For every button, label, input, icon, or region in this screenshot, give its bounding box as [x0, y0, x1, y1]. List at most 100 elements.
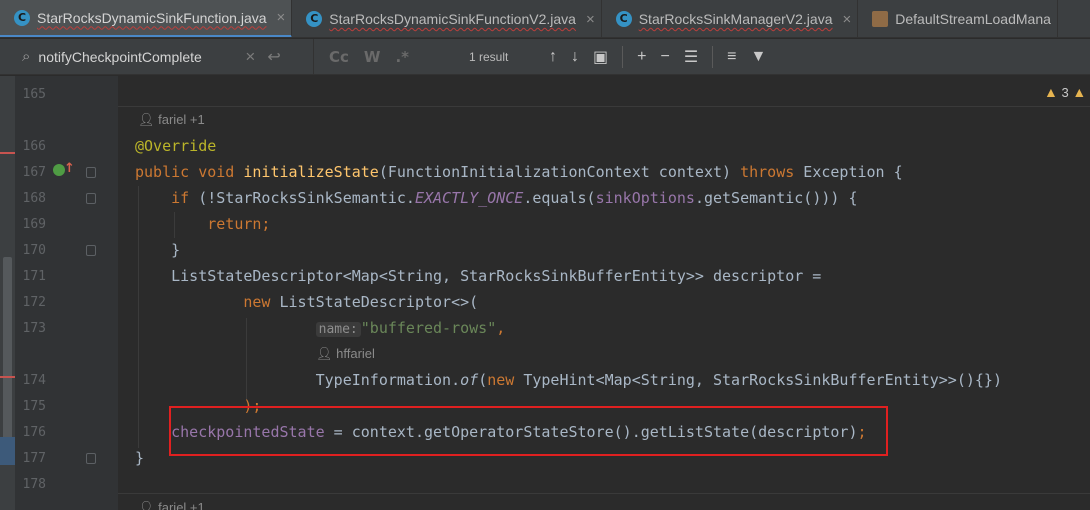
line-number: 170: [22, 243, 46, 258]
close-icon[interactable]: ×: [586, 11, 595, 28]
user-icon: 👤︎: [138, 112, 155, 127]
line-number: 173: [22, 321, 46, 336]
warning-icon: ▲: [1072, 84, 1087, 100]
open-in-window-icon[interactable]: ▣: [593, 47, 608, 67]
close-icon[interactable]: ×: [842, 11, 851, 28]
line-number: 169: [22, 217, 46, 232]
author-text: fariel +1: [158, 500, 205, 510]
code-text: ,: [496, 319, 506, 337]
code-line: if (!StarRocksSinkSemantic.EXACTLY_ONCE.…: [135, 188, 858, 208]
string-literal: "buffered-rows": [360, 319, 497, 337]
line-number: 176: [22, 425, 46, 440]
keyword: void: [198, 163, 235, 181]
code-line: name: "buffered-rows",: [135, 318, 505, 340]
line-number: 167: [22, 165, 46, 180]
method-separator: [118, 106, 1090, 107]
code-text: }: [135, 449, 145, 467]
toolbar-divider: [712, 45, 714, 68]
find-toolbar: ⌕ notifyCheckpointComplete × ↩ Cc W .* 1…: [0, 38, 1090, 75]
next-occurrence-icon[interactable]: ↓: [571, 48, 579, 66]
static-method: of: [460, 371, 479, 389]
java-class-icon: [306, 11, 323, 27]
static-field: EXACTLY_ONCE: [414, 189, 524, 207]
tab-label: StarRocksDynamicSinkFunction.java: [37, 9, 267, 26]
code-author-hint[interactable]: 👤︎ hffariel: [316, 346, 375, 362]
code-line: TypeInformation.of(new TypeHint<Map<Stri…: [135, 370, 1002, 390]
code-text: TypeHint<Map<String, StarRocksSinkBuffer…: [514, 371, 1002, 389]
regex-toggle[interactable]: .*: [395, 48, 409, 66]
code-line: public void initializeState(FunctionInit…: [135, 162, 903, 182]
user-icon: 👤︎: [138, 500, 155, 510]
warning-count: 3: [1061, 85, 1069, 100]
code-text: .equals(: [523, 189, 596, 207]
code-author-hint[interactable]: 👤︎ fariel +1: [138, 500, 205, 510]
java-class-icon: [615, 11, 632, 27]
keyword: return;: [207, 215, 271, 233]
keyword: throws: [740, 163, 795, 181]
method-separator: [118, 493, 1090, 494]
code-line: @Override: [135, 136, 216, 156]
caret-row-mark: [0, 437, 15, 465]
inspection-widget[interactable]: ▲ 3 ▲: [1044, 84, 1086, 100]
code-text: }: [171, 241, 181, 259]
filter-icon[interactable]: ▼: [751, 48, 767, 66]
code-text: (: [478, 371, 488, 389]
tab-default-stream-load-manager[interactable]: DefaultStreamLoadMana: [858, 0, 1058, 37]
match-case-toggle[interactable]: Cc: [329, 48, 349, 66]
search-field: ⌕ notifyCheckpointComplete × ↩: [0, 38, 314, 75]
tab-label: DefaultStreamLoadMana: [895, 11, 1051, 27]
parameter-name-hint: name:: [315, 322, 361, 337]
java-class-icon: [14, 9, 30, 26]
keyword: public: [135, 163, 190, 181]
highlight-box: [169, 406, 888, 456]
previous-occurrence-icon[interactable]: ↑: [549, 48, 557, 66]
line-number: 174: [22, 373, 46, 388]
whole-words-toggle[interactable]: W: [364, 48, 381, 66]
annotation: @Override: [135, 137, 217, 155]
tab-label: StarRocksDynamicSinkFunctionV2.java: [329, 11, 576, 27]
author-text: hffariel: [336, 346, 375, 361]
error-stripe-mark[interactable]: [0, 376, 15, 378]
go-to-super-method-icon[interactable]: ↑: [64, 161, 75, 176]
keyword: new: [487, 371, 515, 389]
remove-occurrence-icon[interactable]: −: [660, 48, 669, 66]
select-all-occurrences-icon[interactable]: ☰: [684, 47, 698, 67]
code-text: (FunctionInitializationContext context): [378, 163, 741, 181]
tab-starrocks-sink-manager-v2[interactable]: StarRocksSinkManagerV2.java ×: [602, 0, 859, 37]
tab-starrocks-dynamic-sink-function-v2[interactable]: StarRocksDynamicSinkFunctionV2.java ×: [292, 0, 602, 37]
editor-gutter: [0, 76, 118, 510]
code-line: }: [135, 448, 144, 468]
toolbar-divider: [622, 45, 624, 68]
user-icon: 👤︎: [316, 346, 333, 361]
fold-marker[interactable]: [86, 245, 96, 256]
code-text: ListStateDescriptor<>(: [270, 293, 479, 311]
search-input[interactable]: notifyCheckpointComplete: [38, 49, 233, 65]
clear-search-icon[interactable]: ×: [245, 47, 255, 67]
fold-marker[interactable]: [86, 453, 96, 464]
error-stripe-mark[interactable]: [0, 152, 15, 154]
search-result-count: 1 result: [469, 49, 509, 64]
scrollbar[interactable]: [3, 257, 12, 447]
line-number: 175: [22, 399, 46, 414]
keyword: if: [171, 189, 190, 207]
code-text: .getSemantic())) {: [694, 189, 858, 207]
code-text: TypeInformation.: [315, 371, 461, 389]
method-name: initializeState: [243, 163, 379, 181]
warning-icon: ▲: [1044, 84, 1058, 100]
line-number: 165: [22, 87, 46, 102]
code-text: ListStateDescriptor<Map<String, StarRock…: [171, 267, 822, 285]
fold-marker[interactable]: [86, 193, 96, 204]
tab-starrocks-dynamic-sink-function[interactable]: StarRocksDynamicSinkFunction.java ×: [0, 0, 293, 37]
fold-marker[interactable]: [86, 167, 96, 178]
code-line: }: [135, 240, 180, 260]
close-icon[interactable]: ×: [277, 9, 286, 26]
add-occurrence-icon[interactable]: +: [637, 48, 646, 66]
code-line: return;: [135, 214, 270, 234]
field-reference: sinkOptions: [595, 189, 695, 207]
code-text: Exception {: [794, 163, 903, 181]
search-icon[interactable]: ⌕: [22, 48, 30, 65]
filter-options-icon[interactable]: ≡: [727, 48, 736, 66]
editor-tab-bar: StarRocksDynamicSinkFunction.java × Star…: [0, 0, 1090, 38]
code-author-hint[interactable]: 👤︎ fariel +1: [138, 112, 205, 128]
new-line-icon[interactable]: ↩: [267, 47, 280, 67]
